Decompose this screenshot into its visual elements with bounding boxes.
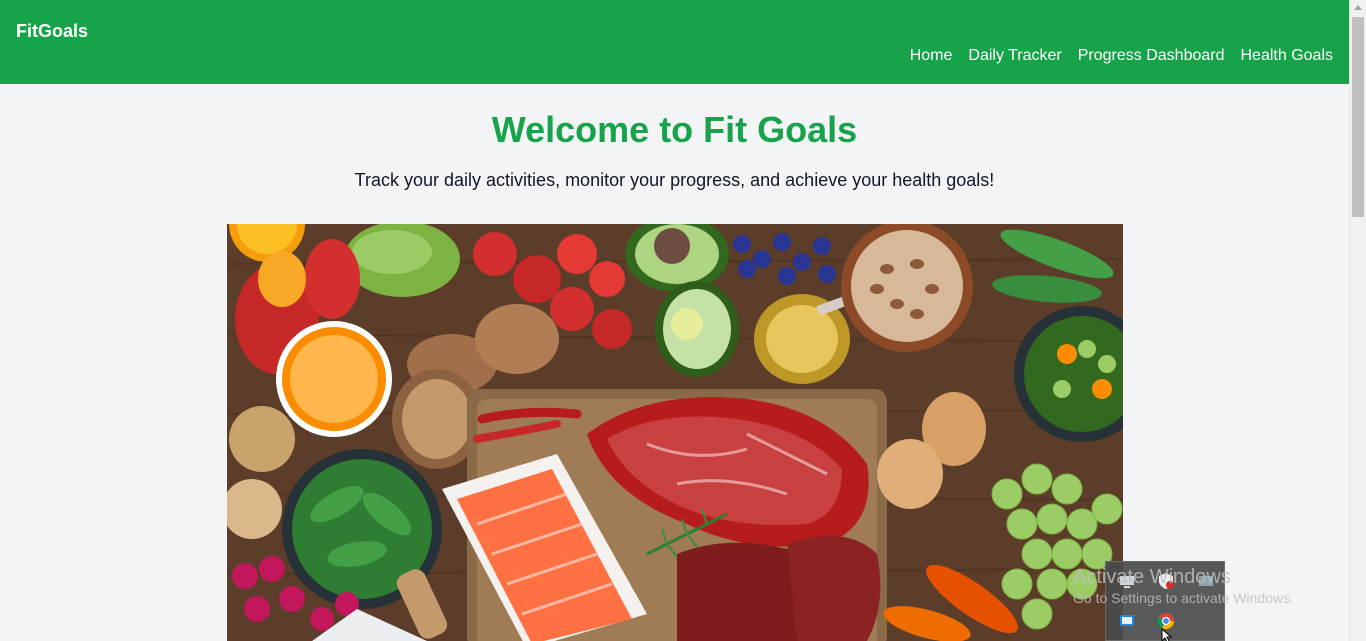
display-icon[interactable]	[1197, 572, 1215, 590]
browser-viewport: FitGoals Home Daily Tracker Progress Das…	[0, 0, 1366, 641]
nav-link-progress-dashboard[interactable]: Progress Dashboard	[1078, 45, 1225, 67]
network-icon[interactable]	[1118, 572, 1136, 590]
nav-link-home[interactable]: Home	[910, 45, 953, 67]
hero-subtitle: Track your daily activities, monitor you…	[354, 170, 995, 190]
hero-title: Welcome to Fit Goals	[491, 109, 858, 150]
nav-link-daily-tracker[interactable]: Daily Tracker	[968, 45, 1061, 67]
healthy-food-illustration	[227, 224, 1123, 641]
security-shield-icon[interactable]	[1157, 572, 1175, 590]
hero-food-image	[227, 224, 1123, 641]
mouse-cursor-icon	[1161, 628, 1173, 641]
main-nav: Home Daily Tracker Progress Dashboard He…	[910, 45, 1333, 67]
brand-logo-link[interactable]: FitGoals	[16, 19, 88, 43]
page: FitGoals Home Daily Tracker Progress Das…	[0, 0, 1349, 641]
vertical-scrollbar[interactable]	[1349, 0, 1366, 641]
scroll-thumb[interactable]	[1352, 17, 1364, 217]
nav-link-health-goals[interactable]: Health Goals	[1241, 45, 1334, 67]
scroll-up-arrow-icon[interactable]	[1354, 5, 1362, 10]
task-icon[interactable]	[1118, 612, 1136, 630]
navbar: FitGoals Home Daily Tracker Progress Das…	[0, 0, 1349, 84]
